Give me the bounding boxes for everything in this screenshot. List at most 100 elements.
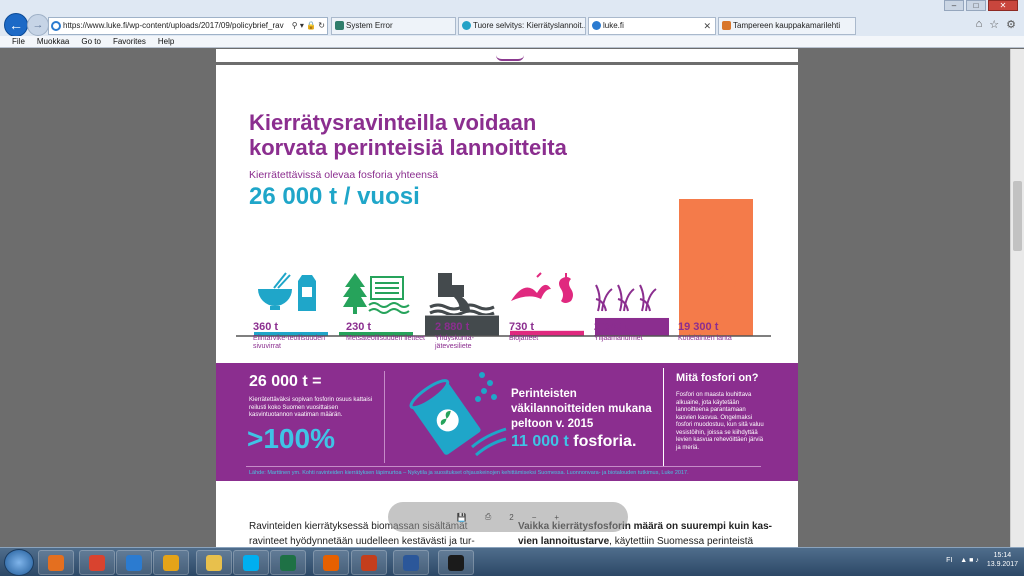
forward-button[interactable]: → (27, 14, 49, 36)
home-icon[interactable]: ⌂ (976, 18, 983, 31)
language-indicator[interactable]: FI (946, 557, 952, 564)
info-box-title: Mitä fosfori on? (676, 372, 759, 384)
settings-gear-icon[interactable]: ⚙ (1006, 18, 1016, 31)
powerpoint-icon (361, 554, 377, 571)
tab-favicon-icon (462, 21, 471, 30)
zoom-in-icon[interactable]: + (554, 513, 559, 522)
category-forest: 230 t Metsäteollisuuden lietteet (346, 321, 426, 343)
taskbar-chrome-button[interactable] (79, 550, 115, 575)
skype-icon (243, 554, 259, 571)
menu-help[interactable]: Help (158, 36, 174, 47)
taskbar-outlook-button[interactable] (153, 550, 189, 575)
grass-icon (595, 284, 657, 312)
taskbar-explorer-button[interactable] (196, 550, 232, 575)
menu-favorites[interactable]: Favorites (113, 36, 146, 47)
taskbar-powerpoint-button[interactable] (351, 550, 387, 575)
category-value: 360 t (253, 321, 279, 333)
forest-icon (343, 273, 410, 314)
back-button[interactable]: ← (4, 13, 28, 37)
tab-label: Tuore selvitys: Kierrätyslannoit... (473, 21, 586, 30)
address-bar[interactable]: https://www.luke.fi/wp-content/uploads/2… (48, 17, 328, 35)
tab-label: Tampereen kauppakamarilehti (733, 21, 841, 30)
category-label: Metsäteollisuuden lietteet (346, 335, 425, 342)
phosphorus-bar-chart (236, 196, 771, 341)
band-total: 26 000 t = (249, 373, 322, 390)
category-label: Yhdyskunta-jätevesiliete (435, 335, 474, 350)
band-trad-unit: fosforia. (573, 433, 637, 450)
category-label: Kotieläinten lanta (678, 335, 732, 342)
category-value: 730 t (509, 321, 535, 333)
tab-luke[interactable]: luke.fi ✕ (588, 17, 716, 35)
browser-right-icons: ⌂ ☆ ⚙ (976, 18, 1016, 31)
print-icon[interactable]: ⎙ (485, 512, 491, 522)
taskbar-media-player-button[interactable] (38, 550, 74, 575)
taskbar-firefox-button[interactable] (313, 550, 349, 575)
previous-page-bottom (216, 49, 798, 65)
close-window-button[interactable]: ✕ (988, 0, 1018, 11)
category-biowaste: 730 t Biojätteet (509, 321, 589, 343)
livestock-icon (680, 275, 748, 311)
minimize-button[interactable]: – (944, 0, 964, 11)
address-controls[interactable]: ⚲ ▾ 🔒 ↻ (292, 18, 325, 34)
favorites-star-icon[interactable]: ☆ (989, 18, 999, 31)
bar-5 (679, 199, 753, 336)
browser-window: ← → https://www.luke.fi/wp-content/uploa… (0, 0, 1024, 576)
band-rule (246, 466, 761, 467)
clock-time: 15:14 (993, 552, 1012, 559)
scrollbar-thumb[interactable] (1013, 181, 1022, 251)
menu-file[interactable]: File (12, 36, 25, 47)
taskbar-word-button[interactable] (393, 550, 429, 575)
tab-label: System Error (346, 21, 393, 30)
address-text: https://www.luke.fi/wp-content/uploads/2… (63, 21, 284, 30)
tab-tampereen[interactable]: Tampereen kauppakamarilehti (718, 17, 856, 35)
category-grass: 2 540 t Ylijäämänurmet (594, 321, 674, 343)
category-value: 19 300 t (678, 321, 719, 333)
app-icon (448, 554, 464, 571)
band-trad-value: 11 000 t (511, 433, 569, 450)
category-label: Elintarvike-teollisuuden sivuvirrat (253, 335, 325, 350)
sewage-icon (429, 273, 495, 315)
pdf-page: Kierrätysravinteilla voidaan korvata per… (216, 49, 798, 547)
internet-explorer-icon (126, 554, 142, 571)
media-player-icon (48, 554, 64, 571)
chrome-icon (89, 554, 105, 571)
infographic: Kierrätysravinteilla voidaan korvata per… (216, 68, 798, 481)
band-total-text: Kierrätettäväksi sopivan fosforin osuus … (249, 397, 373, 418)
tab-tuore-selvitys[interactable]: Tuore selvitys: Kierrätyslannoit... (458, 17, 586, 35)
body-col2-rest: , käytettiin Suomessa perinteistä (609, 536, 754, 547)
taskbar: FI ▲ ■ ♪ 15:14 13.9.2017 (0, 547, 1024, 576)
tray-icons[interactable]: ▲ ■ ♪ (960, 557, 979, 564)
taskbar-excel-button[interactable] (270, 550, 306, 575)
band-traditional: Perinteisten väkilannoitteiden mukana pe… (511, 388, 652, 430)
zoom-out-icon[interactable]: − (532, 513, 537, 522)
taskbar-app-button[interactable] (438, 550, 474, 575)
excel-icon (280, 554, 296, 571)
clock-date: 13.9.2017 (986, 561, 1018, 568)
info-box-text: Fosfori on maasta louhittava alkuaine, j… (676, 392, 764, 451)
page-number[interactable]: 2 (509, 513, 513, 522)
taskbar-skype-button[interactable] (233, 550, 269, 575)
save-icon[interactable]: 💾 (457, 513, 467, 522)
category-value: 230 t (346, 321, 372, 333)
vertical-scrollbar[interactable] (1010, 49, 1024, 547)
clock[interactable]: 15:14 13.9.2017 (987, 551, 1018, 569)
tab-system-error[interactable]: System Error (331, 17, 456, 35)
window-controls: – □ ✕ (944, 0, 1018, 11)
band-trad-amount: 11 000 t fosforia. (511, 433, 636, 451)
category-label: Biojätteet (509, 335, 539, 342)
fertilizer-can-icon (409, 372, 507, 457)
menu-edit[interactable]: Muokkaa (37, 36, 69, 47)
ie-icon (51, 21, 61, 31)
tab-favicon-icon (592, 21, 601, 30)
taskbar-internet-explorer-button[interactable] (116, 550, 152, 575)
menu-goto[interactable]: Go to (81, 36, 101, 47)
pdf-toolbar: 💾 ⎙ 2 − + (388, 502, 628, 532)
band-divider (384, 371, 385, 463)
maximize-button[interactable]: □ (966, 0, 986, 11)
start-button[interactable] (4, 549, 34, 576)
category-value: 2 540 t (594, 321, 629, 333)
category-value: 2 880 t (435, 321, 470, 333)
close-tab-icon[interactable]: ✕ (703, 18, 711, 34)
document-viewport[interactable]: Kierrätysravinteilla voidaan korvata per… (0, 49, 1024, 547)
food-icon (258, 272, 316, 311)
